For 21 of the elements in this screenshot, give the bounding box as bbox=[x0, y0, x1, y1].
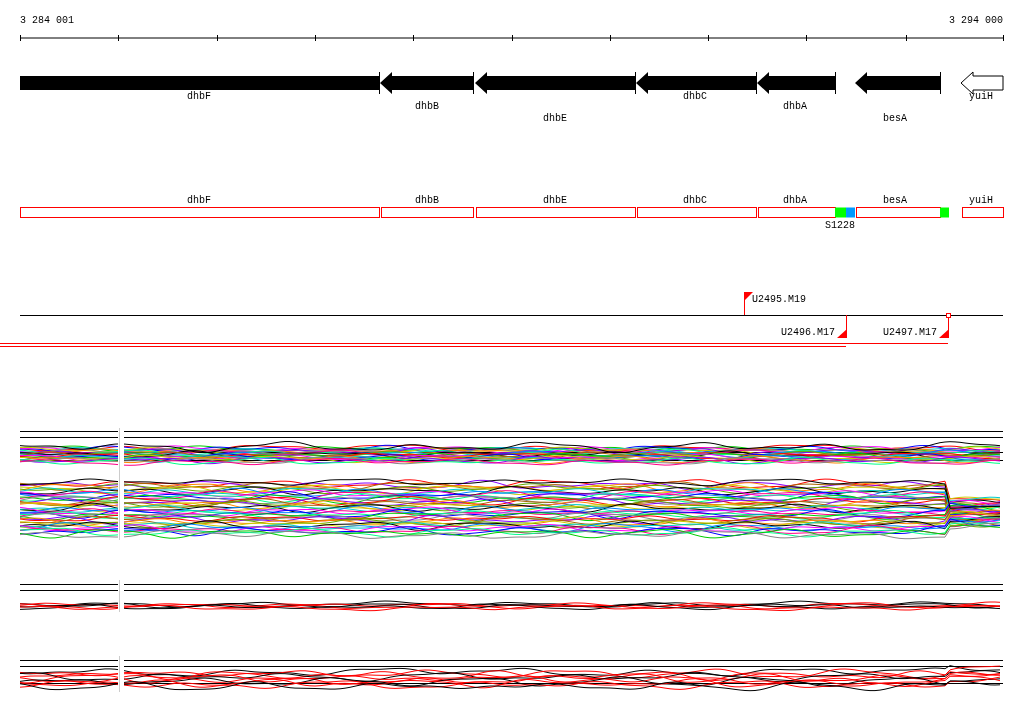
marker-label: U2495.M19 bbox=[752, 294, 806, 305]
gene-label: dhbE bbox=[543, 113, 567, 124]
gene-label: dhbB bbox=[415, 101, 439, 112]
gene-label: dhbE bbox=[543, 195, 567, 206]
end-coordinate-label: 3 294 000 bbox=[949, 15, 1003, 26]
gene-label: besA bbox=[883, 113, 907, 124]
gene-label: dhbF bbox=[187, 195, 211, 206]
gene-label: besA bbox=[883, 195, 907, 206]
marker-label: U2496.M17 bbox=[781, 327, 835, 338]
start-coordinate-label: 3 284 001 bbox=[20, 15, 74, 26]
gene-label: dhbF bbox=[187, 91, 211, 102]
gene-label: yuiH bbox=[969, 195, 993, 206]
gene-label: yuiH bbox=[969, 91, 993, 102]
gene-box bbox=[962, 207, 1004, 218]
gene-label: dhbC bbox=[683, 91, 707, 102]
gene-label: dhbA bbox=[783, 195, 807, 206]
gene-label: dhbA bbox=[783, 101, 807, 112]
gene-label: dhbB bbox=[415, 195, 439, 206]
feature-label: S1228 bbox=[825, 220, 855, 231]
gene-label: dhbC bbox=[683, 195, 707, 206]
marker-label: U2497.M17 bbox=[883, 327, 937, 338]
